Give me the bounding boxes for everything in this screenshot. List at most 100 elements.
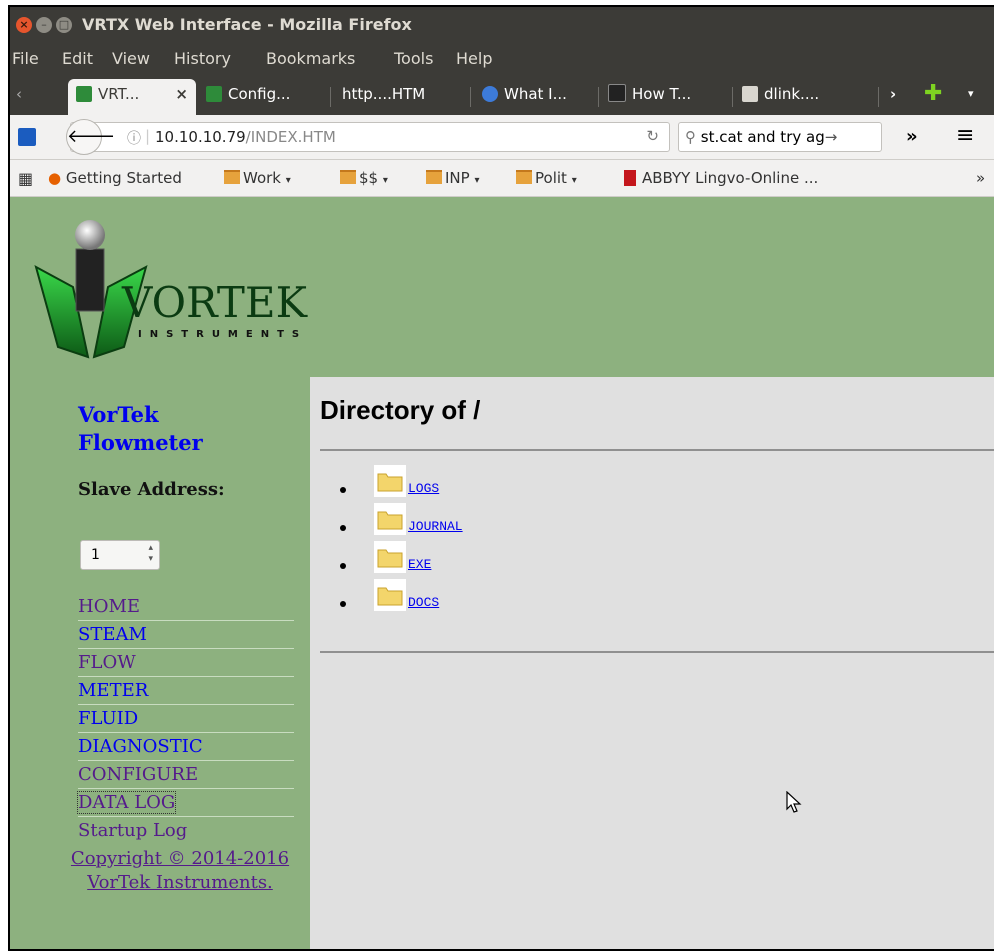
slave-address-label: Slave Address: — [78, 479, 225, 500]
tab-vrtx[interactable]: VRT... × — [68, 79, 196, 115]
directory-link-logs[interactable]: LOGS — [408, 481, 439, 496]
reload-icon[interactable]: ↻ — [646, 127, 659, 145]
bookmark-getting-started[interactable]: ● Getting Started — [48, 169, 182, 187]
copyright-link[interactable]: Copyright © 2014-2016 VorTek Instruments… — [30, 847, 330, 895]
nav-diagnostic[interactable]: DIAGNOSTIC — [78, 732, 294, 760]
back-button[interactable]: 🡐 — [66, 119, 115, 155]
menu-file[interactable]: File — [12, 49, 39, 68]
directory-link-docs[interactable]: DOCS — [408, 595, 439, 610]
tab-separator — [878, 87, 879, 107]
tab-label: Config... — [228, 85, 291, 103]
window-maximize-button[interactable]: □ — [56, 17, 72, 33]
folder-icon — [374, 579, 406, 611]
menu-bar: File Edit View History Bookmarks Tools H… — [10, 41, 994, 71]
window-close-button[interactable]: × — [16, 17, 32, 33]
bullet — [340, 525, 346, 531]
tab-howto[interactable]: How T... — [608, 79, 691, 109]
url-bar[interactable]: ⓘ | 10.10.10.79/INDEX.HTM ↻ — [70, 122, 670, 152]
tabs-scroll-left-button[interactable]: ‹ — [16, 79, 22, 109]
tabs-scroll-right-button[interactable]: › — [890, 79, 896, 109]
url-separator: | — [145, 127, 151, 145]
bookmark-folder-polit[interactable]: Polit ▾ — [516, 169, 577, 187]
directory-link-exe[interactable]: EXE — [408, 557, 431, 572]
tab-config[interactable]: Config... — [206, 79, 290, 109]
bookmark-label: INP — [445, 169, 470, 187]
nav-configure[interactable]: CONFIGURE — [78, 760, 294, 788]
bookmarks-grid-icon[interactable]: ▦ — [18, 169, 33, 188]
directory-link-journal[interactable]: JOURNAL — [408, 519, 463, 534]
nav-home[interactable]: HOME — [78, 593, 294, 620]
nav-label: HOME — [78, 596, 141, 617]
window-minimize-button[interactable]: – — [36, 17, 52, 33]
page-title: Directory of / — [320, 395, 481, 425]
tab-http[interactable]: http....HTM — [342, 79, 425, 109]
tab-separator — [732, 87, 733, 107]
nav-label: METER — [78, 680, 149, 701]
window-title: VRTX Web Interface - Mozilla Firefox — [82, 15, 412, 34]
tab-label: What I... — [504, 85, 567, 103]
tab-close-icon[interactable]: × — [175, 79, 188, 109]
page-favicon-icon — [742, 86, 758, 102]
dropdown-icon: ▾ — [285, 175, 291, 186]
logo-wordmark: VORTEK — [121, 278, 309, 327]
mouse-cursor-icon — [786, 791, 802, 813]
url-path: /INDEX.HTM — [245, 128, 336, 146]
search-go-icon[interactable]: → — [825, 128, 838, 146]
page-info-icon[interactable] — [18, 128, 36, 146]
menu-view[interactable]: View — [112, 49, 150, 68]
overflow-chevron-icon[interactable]: » — [906, 126, 918, 147]
menu-edit[interactable]: Edit — [62, 49, 93, 68]
title-bar: × – □ VRTX Web Interface - Mozilla Firef… — [10, 7, 994, 41]
firefox-icon: ● — [48, 169, 62, 187]
bullet — [340, 487, 346, 493]
folder-icon — [374, 541, 406, 573]
bookmark-folder-dollars[interactable]: $$ ▾ — [340, 169, 388, 187]
menu-bookmarks[interactable]: Bookmarks — [266, 49, 355, 68]
tab-bar: ‹ VRT... × Config... http....HTM What I.… — [10, 71, 994, 115]
bookmark-label: ABBYY Lingvo-Online ... — [642, 169, 819, 187]
nav-steam[interactable]: STEAM — [78, 620, 294, 648]
nav-label: DATA LOG — [76, 791, 177, 814]
copyright-line: VorTek Instruments. — [87, 872, 273, 893]
bookmark-folder-work[interactable]: Work ▾ — [224, 169, 291, 187]
search-input[interactable]: ⚲ st.cat and try ag→ — [678, 122, 882, 152]
bookmarks-overflow-icon[interactable]: » — [976, 169, 985, 187]
nav-data-log[interactable]: DATA LOG — [76, 788, 294, 816]
tab-label: dlink.... — [764, 85, 820, 103]
tab-dlink[interactable]: dlink.... — [742, 79, 819, 109]
divider — [320, 449, 994, 451]
nav-label: STEAM — [78, 624, 147, 645]
tab-separator — [598, 87, 599, 107]
bullet — [340, 563, 346, 569]
nav-fluid[interactable]: FLUID — [78, 704, 294, 732]
hamburger-menu-icon[interactable]: ≡ — [956, 123, 974, 148]
bookmark-label: $$ — [359, 169, 379, 187]
list-all-tabs-icon[interactable]: ▾ — [968, 79, 974, 109]
tab-separator — [470, 87, 471, 107]
copyright-line: Copyright © 2014-2016 — [70, 848, 290, 869]
url-text[interactable]: 10.10.10.79/INDEX.HTM — [155, 128, 336, 146]
bookmarks-bar: ▦ ● Getting Started Work ▾ $$ ▾ INP ▾ Po… — [10, 160, 994, 197]
bookmark-folder-inp[interactable]: INP ▾ — [426, 169, 480, 187]
site-info-icon[interactable]: ⓘ — [127, 128, 141, 148]
menu-tools[interactable]: Tools — [394, 49, 433, 68]
vortek-logo: VORTEK INSTRUMENTS — [34, 220, 309, 359]
product-title: VorTek Flowmeter — [78, 402, 203, 455]
folder-icon — [426, 170, 442, 184]
vortek-favicon-icon — [206, 86, 222, 102]
nav-startup-log[interactable]: Startup Log — [78, 816, 294, 844]
nav-meter[interactable]: METER — [78, 676, 294, 704]
menu-history[interactable]: History — [174, 49, 231, 68]
tab-whati[interactable]: What I... — [482, 79, 567, 109]
nav-flow[interactable]: FLOW — [78, 648, 294, 676]
slave-address-select[interactable]: 1 ▴ ▾ — [80, 540, 160, 570]
new-tab-plus-icon[interactable]: ✚ — [924, 79, 942, 109]
bullet — [340, 601, 346, 607]
menu-help[interactable]: Help — [456, 49, 492, 68]
bookmark-abbyy[interactable]: ABBYY Lingvo-Online ... — [624, 169, 818, 187]
main-content: Directory of / LOGS JOURNAL EXE DOCS — [310, 377, 994, 949]
spinner-arrows-icon: ▴ ▾ — [148, 543, 153, 564]
bookmark-label: Work — [243, 169, 281, 187]
nav-label: FLUID — [78, 708, 139, 729]
folder-icon — [374, 465, 406, 497]
